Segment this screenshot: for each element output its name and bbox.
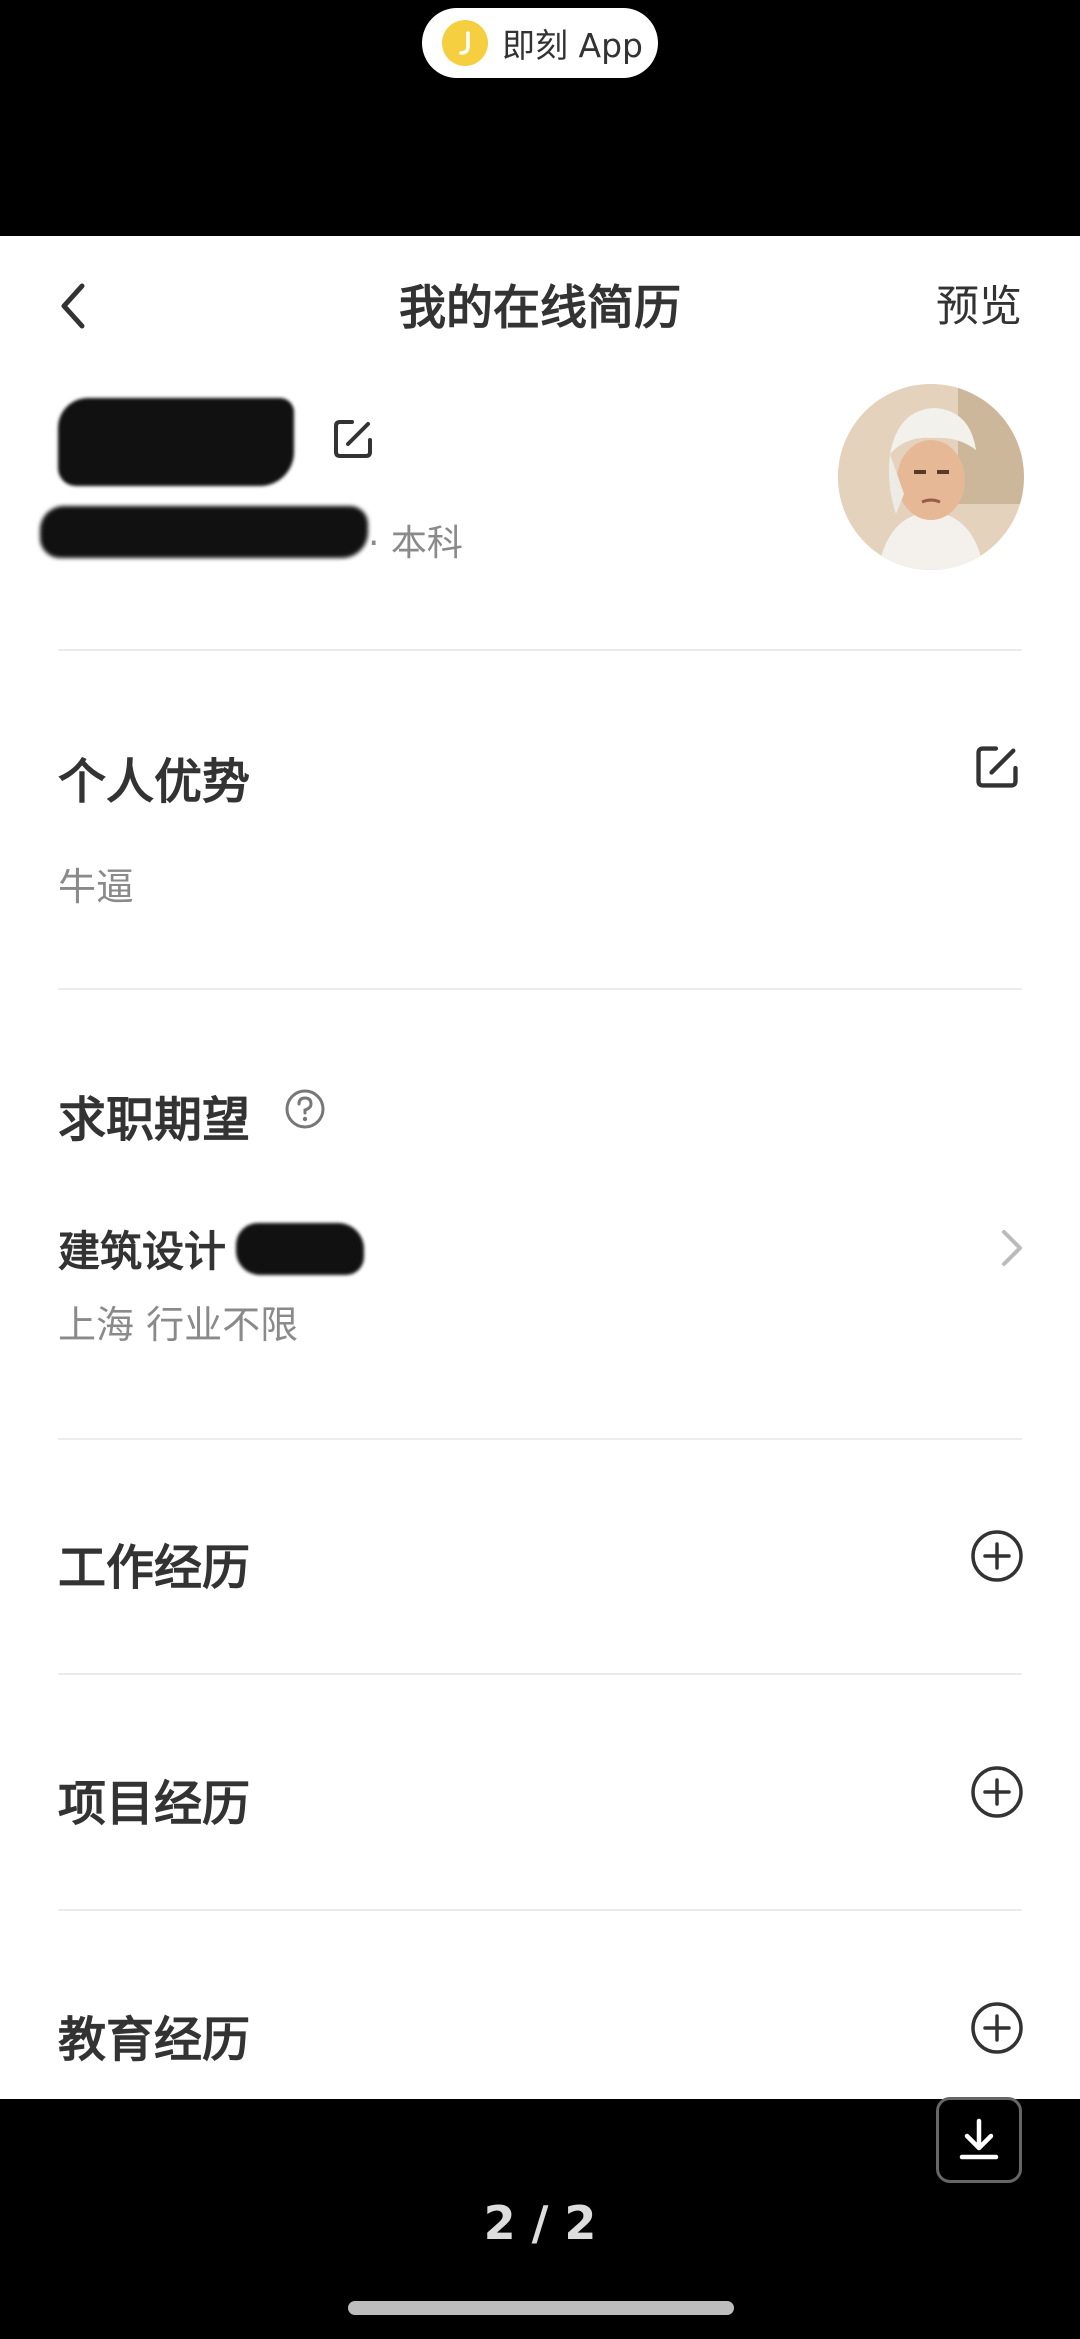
add-work-button[interactable] (970, 1529, 1024, 1583)
advantage-text: 牛逼 (58, 865, 135, 909)
resume-sheet: 我的在线简历 预览 · 本科 个人优势 牛逼 求职期望 建筑设计 上海 行业不限… (0, 236, 1080, 2099)
page-indicator: 2 / 2 (483, 2196, 597, 2250)
nav-bar: 我的在线简历 预览 (0, 236, 1080, 366)
edit-advantage-button[interactable] (972, 742, 1022, 792)
add-project-button[interactable] (970, 1765, 1024, 1819)
plus-circle-icon (971, 1530, 1023, 1582)
app-name: 即刻 App (502, 26, 643, 65)
plus-circle-icon (971, 2002, 1023, 2054)
expectation-title: 求职期望 (58, 1092, 251, 1148)
divider (58, 1438, 1022, 1440)
preview-button[interactable]: 预览 (936, 272, 1022, 334)
download-icon (959, 2118, 999, 2160)
education-experience-title: 教育经历 (58, 2012, 251, 2068)
work-experience-title: 工作经历 (58, 1540, 251, 1596)
help-button[interactable] (284, 1088, 326, 1130)
redacted-info (40, 506, 368, 558)
divider (58, 988, 1022, 990)
edit-icon (334, 420, 372, 458)
edit-icon (976, 746, 1018, 788)
project-experience-title: 项目经历 (58, 1776, 251, 1832)
divider (58, 1673, 1022, 1675)
avatar[interactable] (838, 384, 1024, 570)
question-circle-icon (285, 1089, 325, 1129)
add-education-button[interactable] (970, 2001, 1024, 2055)
top-bar: 即刻 App (0, 0, 1080, 236)
edit-name-button[interactable] (330, 416, 376, 462)
plus-circle-icon (971, 1766, 1023, 1818)
job-detail: 上海 行业不限 (58, 1303, 299, 1347)
advantage-title: 个人优势 (58, 754, 251, 810)
chevron-right-icon[interactable] (998, 1226, 1026, 1270)
download-button[interactable] (936, 2097, 1022, 2183)
degree-label: · 本科 (368, 523, 463, 564)
job-expectation-item[interactable]: 建筑设计 (58, 1218, 365, 1279)
profile-header: · 本科 (0, 366, 1080, 646)
page-title: 我的在线简历 (399, 281, 681, 336)
jike-logo-icon (442, 20, 488, 66)
redacted-salary (236, 1222, 365, 1275)
divider (58, 649, 1022, 651)
home-indicator[interactable] (348, 2301, 734, 2315)
app-source-pill[interactable]: 即刻 App (422, 8, 658, 78)
divider (58, 1909, 1022, 1911)
redacted-name (58, 398, 294, 486)
job-title: 建筑设计 (58, 1227, 227, 1276)
